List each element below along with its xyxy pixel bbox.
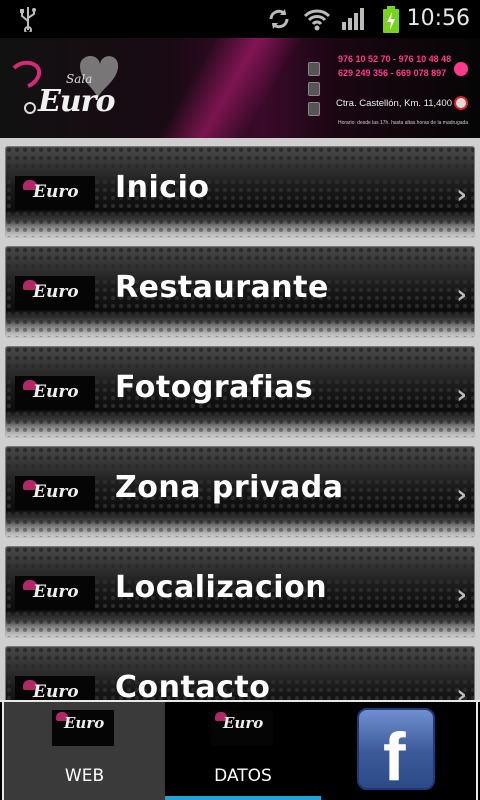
wifi-icon — [302, 6, 332, 36]
bottom-tab-bar: Euro WEB Euro DATOS f — [0, 700, 480, 800]
info-icon — [454, 96, 468, 110]
tab-datos[interactable]: Euro DATOS — [165, 702, 321, 800]
phone-numbers: 976 10 52 70 - 976 10 48 48 629 249 356 … — [338, 52, 451, 80]
main-menu: Euro Inicio › Euro Restaurante › Euro Fo… — [0, 138, 480, 700]
clock: 10:56 — [406, 6, 470, 31]
euro-logo-icon: Euro — [15, 174, 95, 210]
phone-line-1: 976 10 52 70 - 976 10 48 48 — [338, 54, 452, 64]
phone-icon — [454, 62, 468, 76]
tab-web[interactable]: Euro WEB — [4, 702, 165, 800]
chevron-right-icon: › — [456, 180, 467, 210]
chevron-right-icon: › — [456, 280, 467, 310]
contact-info: 976 10 52 70 - 976 10 48 48 629 249 356 … — [304, 46, 474, 134]
signal-icon — [340, 6, 368, 36]
chevron-right-icon: › — [456, 380, 467, 410]
hours-text: Horario: desde las 17h. hasta altas hora… — [338, 120, 469, 126]
tab-label: WEB — [64, 766, 105, 786]
facebook-icon: f — [357, 708, 435, 795]
address-text: Ctra. Castellón, Km. 11,400 — [336, 98, 452, 109]
decor-pill — [308, 62, 320, 76]
euro-logo-icon: Euro — [52, 710, 114, 746]
menu-item-label: Contacto — [115, 670, 271, 700]
tab-underline — [165, 796, 321, 800]
menu-item-label: Restaurante — [115, 270, 329, 305]
usb-icon — [18, 6, 38, 36]
euro-logo-icon: Euro — [211, 710, 273, 746]
euro-logo-icon: Euro — [15, 574, 95, 610]
status-bar: 10:56 — [0, 0, 480, 38]
battery-charging-icon — [382, 6, 400, 38]
euro-logo-icon: Euro — [15, 274, 95, 310]
euro-logo-icon: Euro — [15, 674, 95, 700]
menu-item-restaurante[interactable]: Euro Restaurante › — [5, 246, 475, 338]
logo-euro-text: Euro — [38, 84, 115, 119]
header-banner: Sala Euro 976 10 52 70 - 976 10 48 48 62… — [0, 38, 480, 138]
decor-pill — [308, 102, 320, 116]
euro-logo-icon: Euro — [15, 374, 95, 410]
sala-euro-logo: Sala Euro — [10, 46, 120, 132]
menu-item-fotografias[interactable]: Euro Fotografias › — [5, 346, 475, 438]
chevron-right-icon: › — [456, 580, 467, 610]
phone-line-2: 629 249 356 - 669 078 897 — [338, 68, 447, 78]
sync-icon — [266, 6, 292, 36]
chevron-right-icon: › — [456, 480, 467, 510]
menu-item-label: Inicio — [115, 170, 210, 205]
menu-item-inicio[interactable]: Euro Inicio › — [5, 146, 475, 238]
decor-pill — [308, 82, 320, 96]
menu-item-label: Fotografias — [115, 370, 314, 405]
chevron-right-icon: › — [456, 680, 467, 700]
menu-item-zona-privada[interactable]: Euro Zona privada › — [5, 446, 475, 538]
menu-item-localizacion[interactable]: Euro Localizacion › — [5, 546, 475, 638]
tab-facebook[interactable]: f — [321, 702, 476, 800]
euro-logo-icon: Euro — [15, 474, 95, 510]
menu-item-label: Localizacion — [115, 570, 328, 605]
menu-item-contacto[interactable]: Euro Contacto › — [5, 646, 475, 700]
menu-item-label: Zona privada — [115, 470, 344, 505]
tab-label: DATOS — [214, 766, 272, 786]
